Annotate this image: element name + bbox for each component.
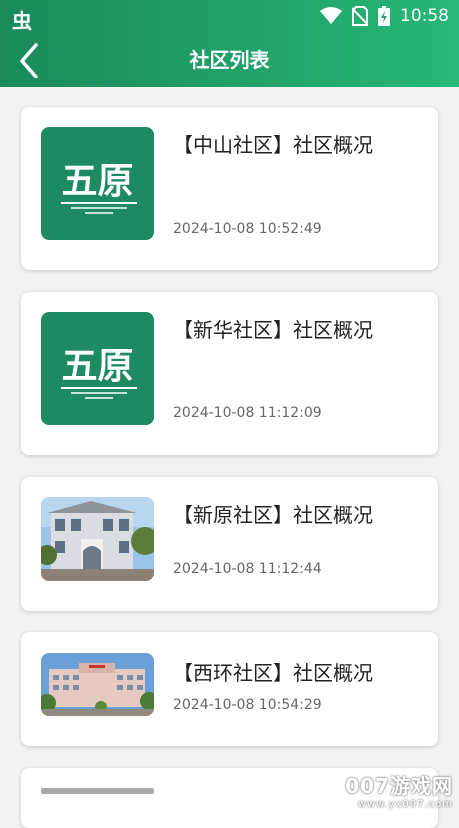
app-notification-icon: 虫 [12, 9, 32, 33]
navigation-bar: 社区列表 [0, 32, 459, 87]
building-photo-thumbnail [41, 497, 154, 581]
card-title: 【新原社区】社区概况 [173, 503, 373, 527]
no-sim-icon [352, 6, 368, 26]
list-item-community[interactable]: 【西环社区】社区概况 2024-10-08 10:54:29 [21, 632, 438, 746]
logo-text: 五原 [61, 346, 133, 387]
status-icons: 10:58 [320, 6, 449, 26]
site-watermark: 007游戏网 www.yx007.com [345, 770, 453, 810]
list-item-community[interactable]: 五原 【中山社区】社区概况 2024-10-08 10:52:49 [21, 107, 438, 270]
card-title: 【西环社区】社区概况 [173, 661, 373, 685]
logo-thumbnail: 五原 [41, 127, 154, 240]
list-item-community[interactable]: 五原 【新华社区】社区概况 2024-10-08 11:12:09 [21, 292, 438, 455]
watermark-text: 007游戏网 [345, 774, 453, 798]
logo-text: 五原 [61, 161, 133, 202]
wifi-icon [320, 7, 342, 24]
building-photo-thumbnail [41, 653, 154, 716]
card-timestamp: 2024-10-08 10:52:49 [173, 221, 322, 237]
card-timestamp: 2024-10-08 11:12:44 [173, 561, 322, 577]
page-title: 社区列表 [189, 48, 270, 72]
logo-thumbnail: 五原 [41, 312, 154, 425]
watermark-url: www.yx007.com [357, 799, 453, 810]
card-timestamp: 2024-10-08 10:54:29 [173, 697, 322, 713]
building-photo-thumbnail [41, 788, 154, 794]
card-timestamp: 2024-10-08 11:12:09 [173, 405, 322, 421]
card-title: 【中山社区】社区概况 [173, 133, 373, 157]
battery-charging-icon [378, 6, 390, 26]
status-bar: 虫 10:58 [0, 0, 459, 33]
status-time: 10:58 [400, 6, 449, 26]
top-app-bar: 虫 10:58 社区列表 [0, 0, 459, 87]
card-title: 【新华社区】社区概况 [173, 318, 373, 342]
list-item-community[interactable]: 【新原社区】社区概况 2024-10-08 11:12:44 [21, 477, 438, 611]
